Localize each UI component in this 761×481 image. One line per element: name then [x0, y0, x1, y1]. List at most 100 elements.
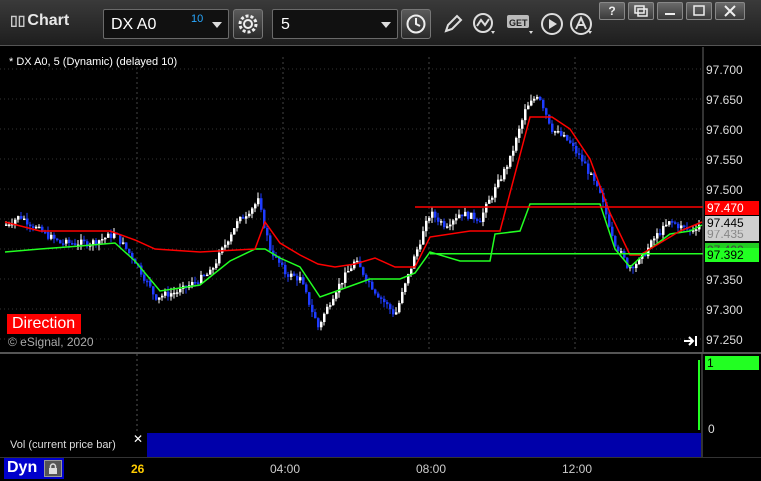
last-price-tag: 97.445	[705, 216, 759, 230]
candle-down	[95, 240, 98, 245]
maximize-button[interactable]	[686, 2, 712, 20]
indicator-button[interactable]	[471, 9, 499, 39]
candle-up	[635, 264, 638, 269]
candle-down	[362, 267, 365, 275]
candle-up	[5, 224, 8, 226]
close-study-icon[interactable]: ✕	[133, 432, 143, 446]
candle-down	[146, 280, 149, 283]
candle-up	[50, 234, 53, 239]
candle-down	[59, 240, 62, 244]
candle-down	[266, 227, 269, 236]
candle-down	[551, 123, 554, 132]
candle-down	[281, 262, 284, 265]
candle-up	[494, 187, 497, 198]
candle-up	[503, 168, 506, 180]
candle-down	[242, 216, 245, 219]
chevron-down-icon[interactable]	[381, 22, 391, 28]
question-button[interactable]: ?	[599, 2, 625, 20]
candle-up	[620, 251, 623, 253]
get-button[interactable]: GET	[505, 9, 537, 39]
chevron-down-icon[interactable]	[212, 22, 222, 28]
candle-up	[14, 219, 17, 224]
indicator-icon	[473, 13, 495, 34]
restore-button[interactable]	[628, 2, 654, 20]
candle-up	[17, 216, 20, 220]
candle-down	[305, 284, 308, 293]
green-trailing-line	[4, 203, 703, 298]
candle-up	[245, 216, 248, 219]
candle-down	[284, 264, 287, 275]
gear-icon	[238, 14, 258, 34]
price-pane[interactable]	[0, 47, 761, 352]
candle-down	[83, 239, 86, 242]
candle-down	[479, 220, 482, 223]
price-axis-label: 97.650	[706, 93, 743, 107]
candle-up	[695, 229, 698, 231]
candle-up	[326, 306, 329, 314]
candle-up	[170, 293, 173, 297]
candle-up	[215, 263, 218, 269]
candle-up	[425, 220, 428, 232]
candle-up	[521, 120, 524, 129]
candle-down	[437, 217, 440, 222]
candle-down	[152, 286, 155, 295]
candle-up	[236, 221, 239, 229]
candle-up	[455, 218, 458, 221]
candle-up	[527, 105, 530, 110]
candle-down	[62, 243, 65, 245]
settings-button[interactable]	[233, 9, 263, 39]
candle-up	[509, 155, 512, 167]
symbol-input[interactable]: DX A0 10	[103, 9, 229, 39]
candle-down	[461, 214, 464, 217]
candle-up	[653, 238, 656, 241]
candle-up	[395, 312, 398, 315]
red-line-price-tag: 97.470	[705, 201, 759, 215]
candle-down	[467, 211, 470, 219]
time-button[interactable]	[401, 9, 431, 39]
candle-down	[302, 277, 305, 285]
candle-up	[680, 225, 683, 229]
play-icon	[541, 13, 563, 35]
candle-down	[194, 281, 197, 284]
candle-up	[401, 291, 404, 304]
volume-study-label[interactable]: Vol (current price bar)	[5, 434, 147, 457]
lock-button[interactable]	[44, 460, 62, 477]
play-button[interactable]	[538, 9, 566, 39]
candle-up	[500, 179, 503, 181]
candle-down	[128, 248, 131, 253]
pencil-icon	[444, 14, 463, 33]
candle-down	[608, 214, 611, 227]
draw-tool-button[interactable]	[439, 9, 467, 39]
study-label[interactable]: Direction	[7, 314, 82, 334]
candle-down	[203, 274, 206, 277]
app-title: ▯▯ Chart	[10, 12, 69, 30]
candle-down	[584, 161, 587, 164]
candle-up	[323, 313, 326, 323]
candle-down	[380, 297, 383, 299]
minimize-button[interactable]	[657, 2, 683, 20]
candle-up	[206, 274, 209, 277]
candle-up	[452, 220, 455, 225]
candle-up	[422, 231, 425, 245]
candle-down	[125, 242, 128, 249]
close-icon	[724, 5, 736, 17]
candle-down	[476, 219, 479, 221]
price-chart	[0, 47, 704, 352]
interval-input[interactable]: 5	[272, 9, 398, 39]
font-button[interactable]	[568, 9, 596, 39]
price-axis-label: 97.700	[706, 63, 743, 77]
interval-value: 5	[281, 16, 290, 33]
candle-down	[20, 216, 23, 219]
candle-down	[683, 225, 686, 227]
volume-value-tag: 1	[705, 356, 759, 370]
candle-up	[113, 233, 116, 238]
candle-down	[71, 243, 74, 245]
candle-up	[332, 298, 335, 306]
time-axis-label: 04:00	[270, 462, 301, 476]
price-axis-label: 97.500	[706, 183, 743, 197]
scroll-to-end-icon[interactable]	[683, 334, 699, 352]
lock-icon	[49, 462, 57, 474]
time-axis[interactable]	[0, 457, 761, 481]
candle-down	[434, 211, 437, 218]
close-button[interactable]	[715, 2, 745, 20]
